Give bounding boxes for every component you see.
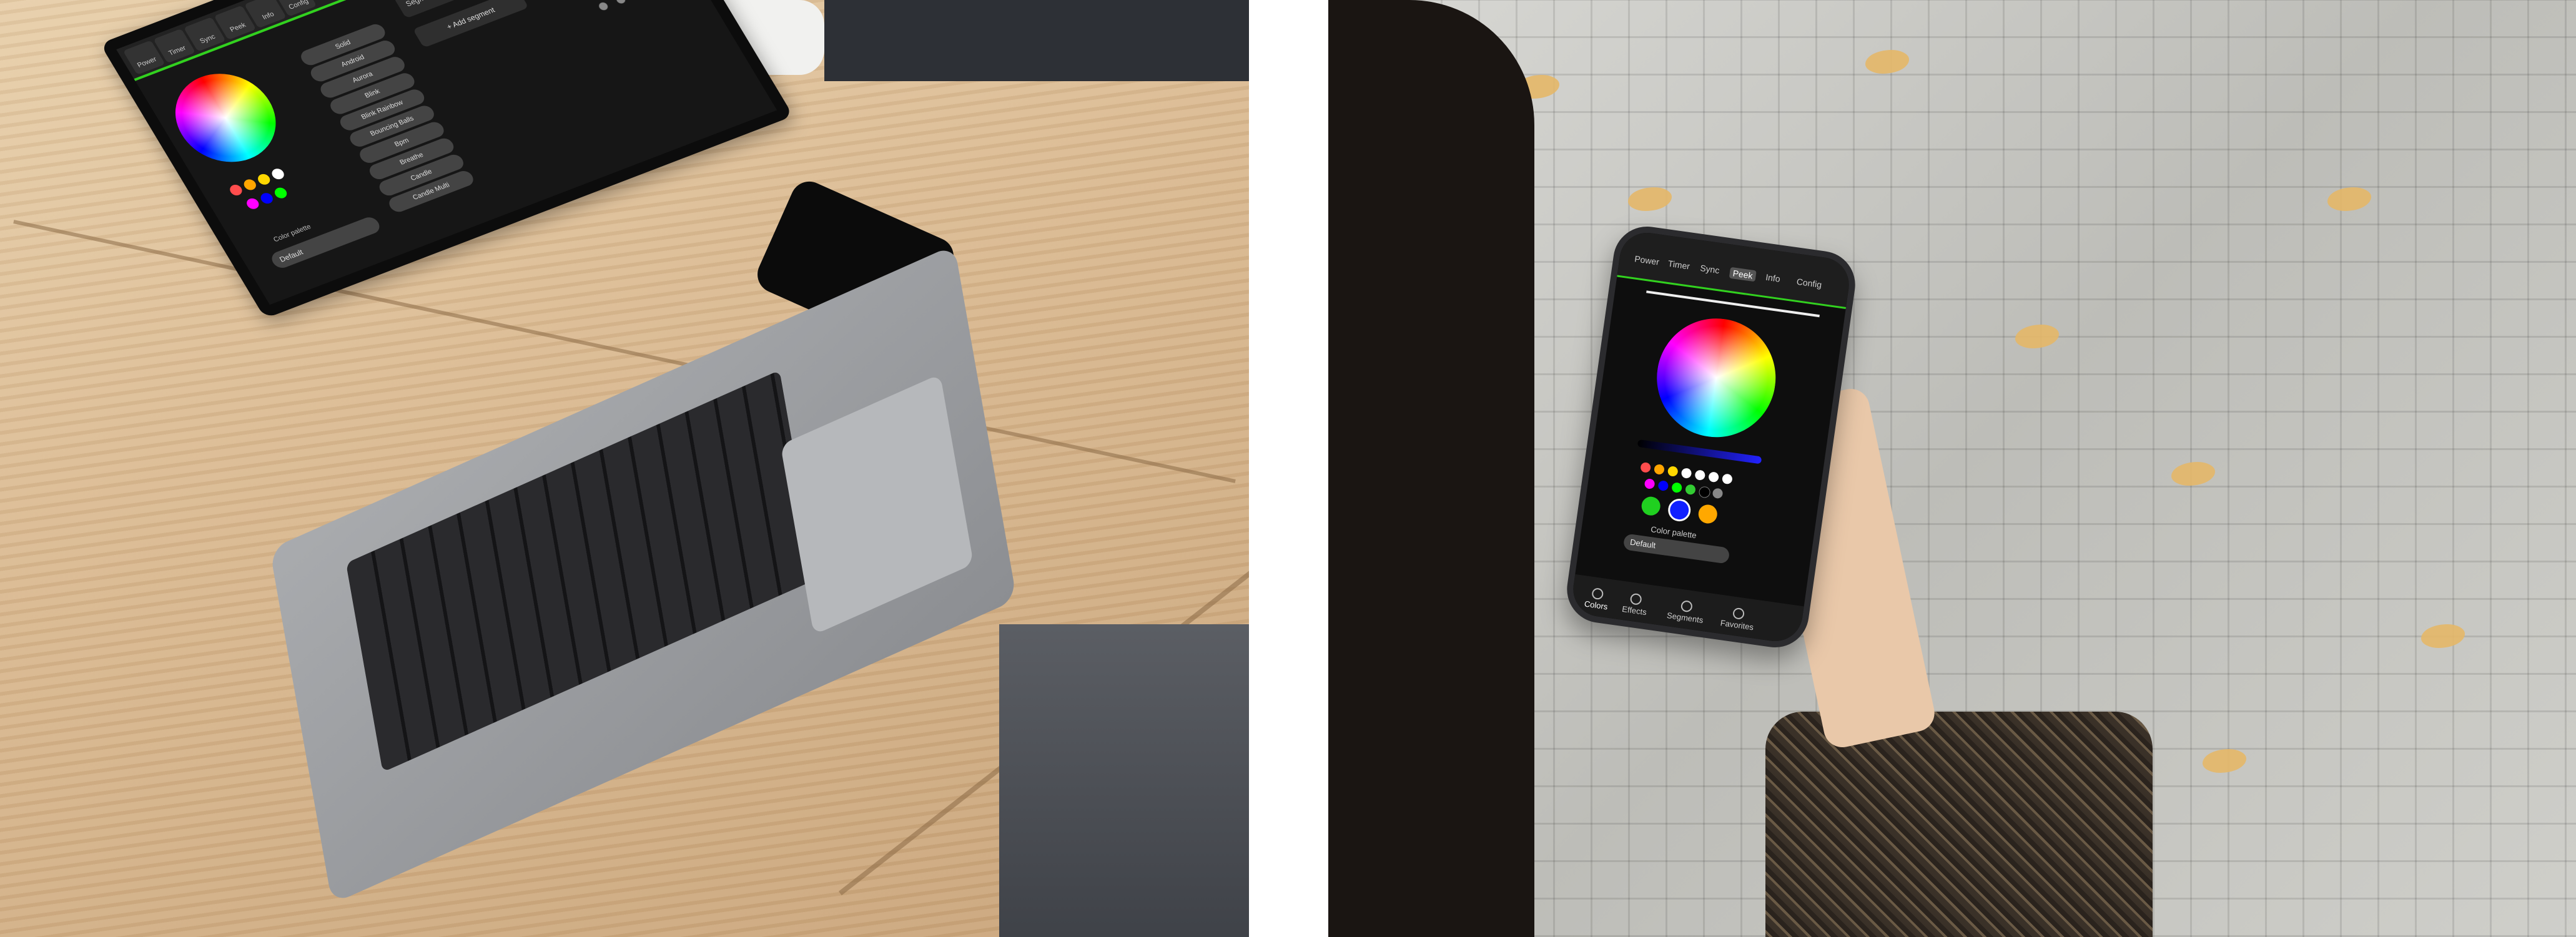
phone-photo — [1328, 0, 2576, 937]
color-swatch[interactable] — [259, 191, 275, 205]
color-swatch[interactable] — [1712, 488, 1724, 499]
color-swatch[interactable] — [269, 167, 287, 181]
color-swatch[interactable] — [227, 183, 244, 197]
laptop-screen: Power Timer Sync Peek Info Config Color … — [100, 0, 794, 319]
segments-icon — [1680, 600, 1694, 613]
leaf — [2421, 624, 2465, 648]
leaf — [2171, 462, 2215, 486]
palette-select[interactable]: Default — [1622, 533, 1730, 564]
leaf — [1628, 187, 1672, 211]
leaf — [2203, 749, 2246, 773]
floor-shadow — [999, 624, 1249, 937]
preset-number-grid[interactable] — [550, 0, 670, 18]
effects-icon — [1629, 592, 1642, 606]
sleeve — [824, 0, 1249, 81]
nav-favorites-label: Favorites — [1719, 618, 1755, 632]
color-swatch[interactable] — [1644, 478, 1656, 490]
color-wheel[interactable] — [157, 60, 294, 175]
laptop-base — [269, 244, 1017, 905]
nav-segments[interactable]: Segments — [1660, 597, 1712, 626]
leaf — [2327, 187, 2371, 211]
nav-effects[interactable]: Effects — [1609, 590, 1661, 619]
tab-sync[interactable]: Sync — [1699, 263, 1720, 275]
color-swatch[interactable] — [1667, 465, 1679, 478]
color-swatch[interactable] — [1684, 484, 1696, 496]
color-swatch[interactable] — [1653, 463, 1665, 475]
selected-color-1[interactable] — [1640, 495, 1662, 517]
nav-favorites[interactable]: Favorites — [1712, 604, 1764, 633]
nav-effects-label: Effects — [1621, 604, 1647, 617]
color-swatch[interactable] — [1698, 486, 1711, 499]
tab-timer[interactable]: Timer — [1667, 258, 1690, 272]
heart-icon — [1732, 607, 1745, 621]
color-swatch[interactable] — [1721, 473, 1733, 485]
color-swatch[interactable] — [242, 177, 259, 192]
tab-config[interactable]: Config — [1796, 277, 1822, 290]
color-wheel[interactable] — [1649, 310, 1784, 445]
color-swatch[interactable] — [1694, 469, 1706, 481]
segment-label: Segment 0 — [404, 0, 443, 8]
color-swatch[interactable] — [1680, 468, 1692, 479]
color-swatch[interactable] — [1708, 471, 1720, 483]
leaf — [1865, 50, 1909, 74]
white-slider[interactable] — [1637, 439, 1762, 464]
trackpad — [780, 373, 974, 635]
palette-select[interactable]: Default — [269, 215, 383, 271]
selected-color-3[interactable] — [1697, 503, 1719, 525]
selected-color-2[interactable] — [1669, 499, 1690, 521]
wled-app-desktop: Power Timer Sync Peek Info Config Color … — [116, 0, 777, 305]
color-swatch[interactable] — [1640, 461, 1652, 473]
color-swatch[interactable] — [1671, 482, 1683, 494]
coat-sleeve — [1765, 712, 2153, 937]
tab-power[interactable]: Power — [1634, 253, 1660, 267]
laptop-photo: Power Timer Sync Peek Info Config Color … — [0, 0, 1249, 937]
color-swatch[interactable] — [1657, 480, 1669, 492]
leaf — [2015, 325, 2059, 348]
keyboard — [345, 370, 817, 773]
person-hair — [1328, 0, 1534, 937]
tab-peek[interactable]: Peek — [1729, 267, 1757, 282]
color-swatch[interactable] — [244, 197, 261, 211]
nav-segments-label: Segments — [1666, 611, 1704, 625]
tab-info[interactable]: Info — [1765, 272, 1780, 284]
nav-colors-label: Colors — [1584, 599, 1609, 612]
color-swatch[interactable] — [272, 186, 289, 200]
color-swatch[interactable] — [255, 172, 272, 187]
palette-icon — [1591, 587, 1604, 601]
